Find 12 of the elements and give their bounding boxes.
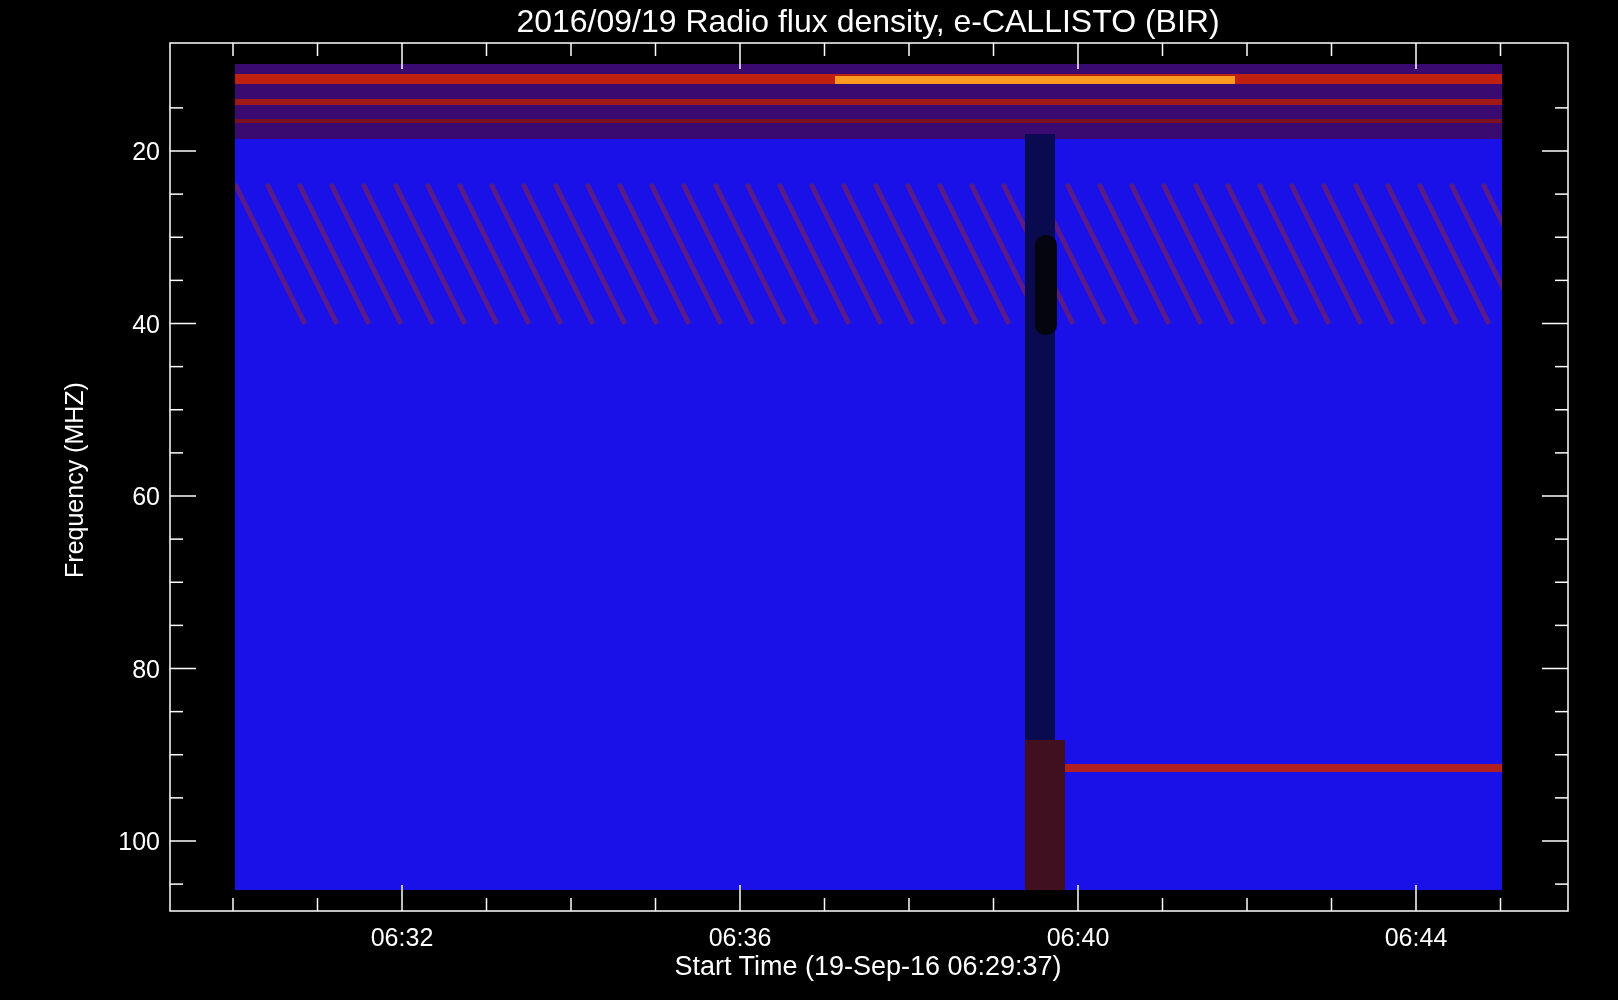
chart-title: 2016/09/19 Radio flux density, e-CALLISTO (BIR) (516, 3, 1220, 39)
x-axis-label: Start Time (19-Sep-16 06:29:37) (674, 951, 1062, 981)
x-tick-label: 06:44 (1384, 923, 1448, 951)
y-tick-label: 80 (132, 654, 160, 683)
y-tick-label: 20 (132, 137, 160, 165)
y-tick-label: 40 (132, 309, 160, 338)
y-tick-label: 100 (118, 827, 160, 855)
y-tick-label: 60 (132, 482, 160, 510)
x-tick-label: 06:32 (370, 923, 434, 951)
y-axis-label: Frequency (MHZ) (60, 382, 88, 578)
x-tick-label: 06:40 (1046, 923, 1110, 951)
x-tick-label: 06:36 (708, 923, 772, 951)
